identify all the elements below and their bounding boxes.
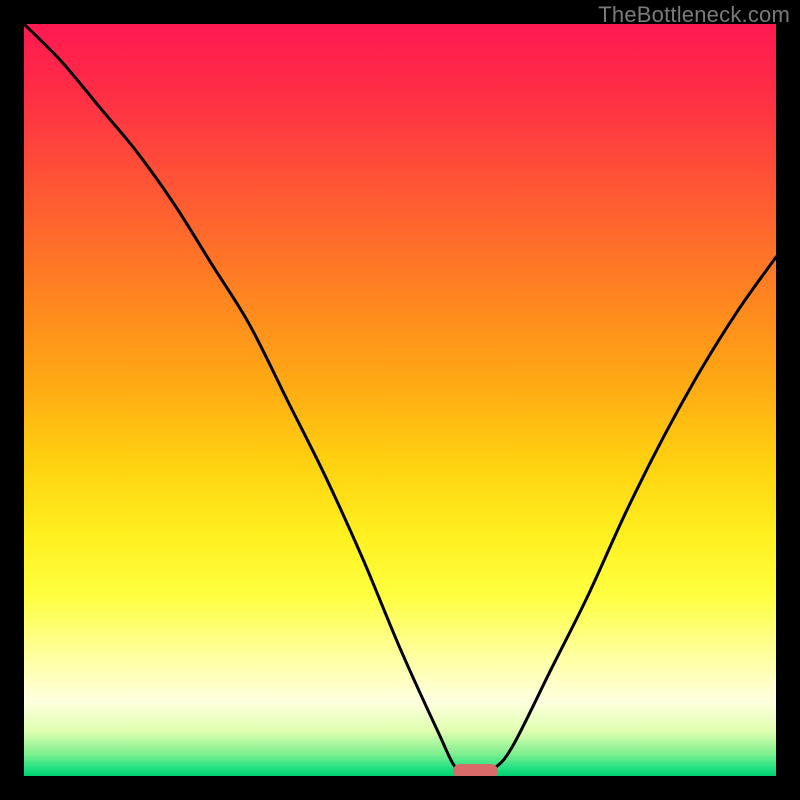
optimal-range-marker <box>453 764 498 776</box>
plot-area <box>24 24 776 776</box>
curve-svg <box>24 24 776 776</box>
bottleneck-curve <box>24 24 776 776</box>
chart-frame: TheBottleneck.com <box>0 0 800 800</box>
